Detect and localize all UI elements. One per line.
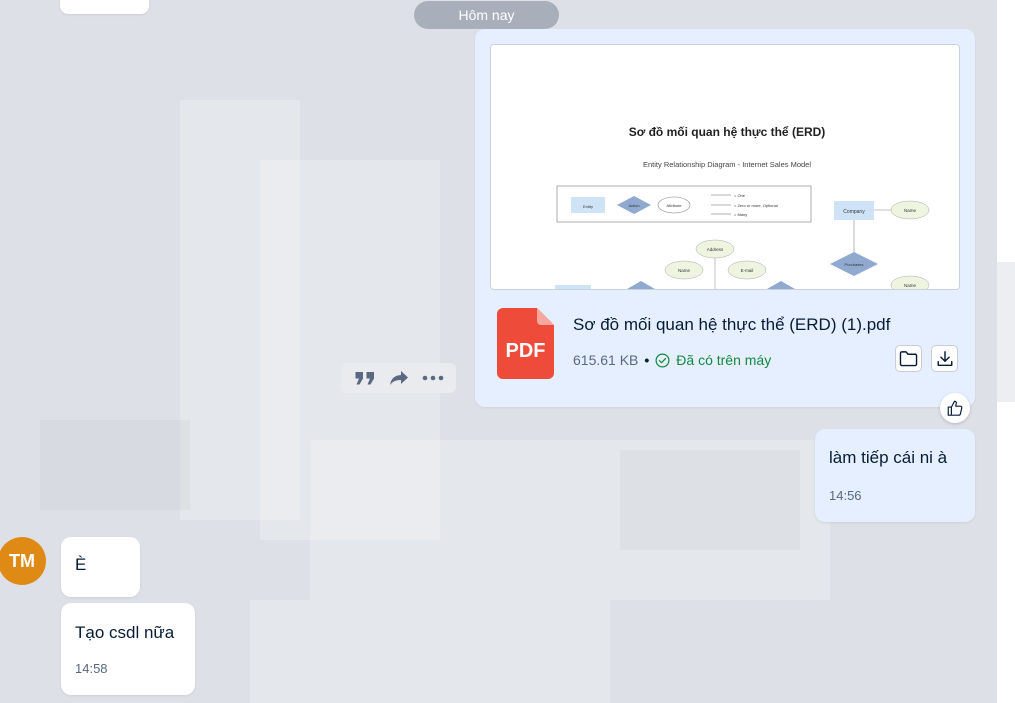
previous-message-bubble[interactable] xyxy=(60,0,149,14)
svg-text:= One: = One xyxy=(734,193,746,198)
reaction-button[interactable] xyxy=(940,393,970,423)
svg-text:Purchases: Purchases xyxy=(845,262,864,267)
svg-text:Address: Address xyxy=(707,247,724,252)
file-message[interactable]: Sơ đồ mối quan hệ thực thể (ERD) Entity … xyxy=(475,29,975,407)
svg-text:Company: Company xyxy=(843,209,865,215)
svg-text:Name: Name xyxy=(904,208,917,213)
date-divider: Hôm nay xyxy=(414,1,559,29)
avatar[interactable]: TM xyxy=(0,537,46,585)
pdf-file-icon: PDF xyxy=(497,308,554,379)
svg-text:Name: Name xyxy=(678,268,691,273)
download-icon xyxy=(937,350,952,366)
pdf-preview[interactable]: Sơ đồ mối quan hệ thực thể (ERD) Entity … xyxy=(490,44,960,290)
bg-texture xyxy=(40,420,190,510)
message-time: 14:56 xyxy=(829,488,862,503)
message-text: làm tiếp cái ni à xyxy=(829,448,948,467)
preview-subtitle: Entity Relationship Diagram - Internet S… xyxy=(643,160,811,169)
forward-icon[interactable] xyxy=(389,370,409,386)
svg-text:Attribute: Attribute xyxy=(667,203,683,208)
message-action-bar xyxy=(341,363,456,393)
chat-area: Hôm nay Sơ đồ mối quan hệ thực thể (ERD)… xyxy=(0,0,997,703)
svg-text:Name: Name xyxy=(904,283,917,288)
file-size: 615.61 KB xyxy=(573,352,639,368)
bg-texture xyxy=(250,600,610,703)
thumbs-up-icon xyxy=(947,400,963,416)
download-button[interactable] xyxy=(931,345,958,372)
message-bubble-sent[interactable]: làm tiếp cái ni à 14:56 xyxy=(815,429,975,522)
panel-divider xyxy=(997,262,1015,402)
preview-title: Sơ đồ mối quan hệ thực thể (ERD) xyxy=(629,125,826,139)
download-status: Đã có trên máy xyxy=(655,352,771,368)
bg-texture xyxy=(620,450,800,550)
open-folder-button[interactable] xyxy=(895,345,922,372)
svg-text:Action: Action xyxy=(628,203,639,208)
erd-preview-image: Sơ đồ mối quan hệ thực thể (ERD) Entity … xyxy=(491,45,959,289)
message-bubble-received[interactable]: È xyxy=(61,537,140,597)
message-text: È xyxy=(75,555,87,574)
separator-dot: • xyxy=(644,352,650,368)
svg-text:PDF: PDF xyxy=(506,340,546,362)
quote-icon[interactable] xyxy=(354,370,376,386)
right-panel xyxy=(997,0,1015,703)
svg-text:= Many: = Many xyxy=(734,212,747,217)
message-time: 14:58 xyxy=(75,661,108,676)
file-name[interactable]: Sơ đồ mối quan hệ thực thể (ERD) (1).pdf xyxy=(573,315,890,335)
svg-text:= Zero or more, Optional: = Zero or more, Optional xyxy=(734,203,778,208)
status-text: Đã có trên máy xyxy=(676,352,772,368)
more-icon[interactable] xyxy=(422,375,444,381)
message-bubble-received[interactable]: Tạo csdl nữa 14:58 xyxy=(61,603,195,695)
svg-text:Entity: Entity xyxy=(583,204,593,209)
message-text: Tạo csdl nữa xyxy=(75,623,175,642)
svg-text:E-mail: E-mail xyxy=(741,268,754,273)
folder-icon xyxy=(899,351,918,367)
check-circle-icon xyxy=(655,353,670,367)
file-meta: 615.61 KB • Đã có trên máy xyxy=(573,352,771,368)
